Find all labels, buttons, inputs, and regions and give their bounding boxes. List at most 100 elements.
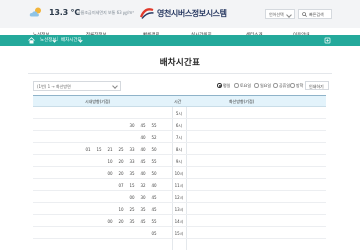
departure-minute: 50 (151, 147, 157, 152)
departure-minute: 20 (118, 159, 124, 164)
table-row: 05 15시 (33, 227, 326, 239)
departure-minute: 21 (107, 147, 113, 152)
print-button[interactable]: 인쇄하기 (305, 81, 329, 90)
radio-dot (217, 83, 222, 88)
table-row: 01 15 21 25 33 40 50 8시 (33, 143, 326, 155)
departure-minute: 45 (140, 123, 146, 128)
radio-dot (234, 83, 239, 88)
radio-vacation[interactable]: 방학 (290, 83, 303, 89)
departure-minute: 55 (151, 219, 157, 224)
radio-dot (254, 83, 259, 88)
sky-status: 구름조금 (77, 10, 92, 15)
header-city-direction: 시내방향(기점) (85, 99, 111, 104)
departure-minute: 40 (140, 171, 146, 176)
departure-minute: 40 (140, 147, 146, 152)
title-divider (28, 73, 332, 74)
radio-dot (273, 83, 278, 88)
departure-minute: 30 (140, 195, 146, 200)
header-hour: 시간 (174, 99, 182, 104)
language-select[interactable]: 언어선택 (265, 9, 295, 19)
departure-minute: 33 (129, 159, 135, 164)
quick-search-button[interactable]: 빠른검색 (298, 9, 332, 19)
departure-minute: 20 (118, 219, 124, 224)
page-title: 배차시간표 (159, 58, 201, 68)
departure-minute: 25 (129, 207, 135, 212)
hour-cell: 10시 (174, 171, 184, 176)
departure-minute: 10 (107, 159, 113, 164)
departure-minute: 25 (118, 147, 124, 152)
radio-label: 평일 (223, 83, 231, 88)
departure-minute: 00 (129, 195, 135, 200)
hour-cell: 8시 (175, 147, 183, 152)
share-icon[interactable] (324, 37, 331, 44)
departure-minute: 50 (151, 171, 157, 176)
timetable-header: 시내방향(기점) 시간 화산방향(기점) (33, 95, 326, 107)
departure-minute: 20 (118, 171, 124, 176)
search-icon (302, 12, 307, 17)
route-select[interactable]: (1번) 1 → 화산방면 (33, 81, 121, 91)
home-icon[interactable] (28, 37, 35, 44)
breadcrumb-separator: | (57, 37, 59, 42)
departure-minute: 32 (140, 183, 146, 188)
table-row: 00 30 45 12시 (33, 191, 326, 203)
departure-minute: 15 (96, 147, 102, 152)
radio-dot (290, 83, 295, 88)
fine-dust-status: 미세먼지 보통 63 ㎍/m³ (92, 10, 134, 15)
radio-label: 공휴일 (279, 83, 291, 88)
departure-minute: 05 (151, 231, 157, 236)
top-bar: 13.3 °C 구름조금 미세먼지 보통 63 ㎍/m³ 영천시버스정보시스템 … (0, 0, 360, 28)
temperature: 13.3 °C (49, 8, 80, 17)
logo-mark-icon (139, 8, 154, 19)
departure-minute: 10 (118, 207, 124, 212)
table-row: 00 20 35 45 55 14시 (33, 215, 326, 227)
departure-minute: 30 (129, 123, 135, 128)
hour-cell: 6시 (175, 123, 183, 128)
table-row: 30 45 55 6시 (33, 119, 326, 131)
hour-cell: 15시 (174, 231, 184, 236)
departure-minute: 40 (140, 135, 146, 140)
departure-minute: 15 (129, 183, 135, 188)
departure-minute: 01 (85, 147, 91, 152)
quick-search-label: 빠른검색 (309, 12, 324, 17)
radio-sunday[interactable]: 일요일 (254, 83, 271, 89)
table-row: 40 52 7시 (33, 131, 326, 143)
header-hwasan-direction: 화산방향(기점) (229, 99, 255, 104)
departure-minute: 45 (140, 159, 146, 164)
table-row: 00 20 35 40 50 10시 (33, 167, 326, 179)
table-row: 10 25 35 45 13시 (33, 203, 326, 215)
radio-saturday[interactable]: 토요일 (234, 83, 251, 89)
table-row: 5시 (33, 107, 326, 119)
site-logo[interactable]: 영천시버스정보시스템 (139, 6, 237, 20)
logo-text: 영천시버스정보시스템 (157, 9, 227, 18)
departure-minute: 07 (118, 183, 124, 188)
radio-label: 일요일 (260, 83, 272, 88)
departure-minute: 55 (151, 159, 157, 164)
hour-cell: 14시 (174, 219, 184, 224)
hour-cell: 9시 (175, 159, 183, 164)
departure-minute: 00 (107, 219, 113, 224)
hour-cell: 12시 (174, 195, 184, 200)
breadcrumb: 노선정보 | 배차시간표 (0, 35, 360, 46)
departure-minute: 40 (151, 183, 157, 188)
departure-minute: 33 (129, 147, 135, 152)
hour-cell: 11시 (174, 183, 184, 188)
departure-minute: 52 (151, 135, 157, 140)
hour-cell: 7시 (175, 135, 183, 140)
departure-minute: 45 (151, 195, 157, 200)
hour-cell: 13시 (174, 207, 184, 212)
departure-minute: 55 (151, 123, 157, 128)
departure-minute: 35 (129, 219, 135, 224)
departure-minute: 45 (151, 207, 157, 212)
radio-holiday[interactable]: 공휴일 (273, 83, 290, 89)
radio-label: 토요일 (240, 83, 252, 88)
radio-weekday[interactable]: 평일 (217, 83, 230, 89)
departure-minute: 45 (140, 219, 146, 224)
hour-cell: 5시 (175, 111, 183, 116)
timetable: 시내방향(기점) 시간 화산방향(기점) 5시 30 45 55 6시 40 52 7시 01 1… (33, 95, 326, 250)
departure-minute: 35 (140, 207, 146, 212)
table-row: 10 20 33 45 55 9시 (33, 155, 326, 167)
table-row: 07 15 32 40 11시 (33, 179, 326, 191)
weather-icon (29, 7, 41, 17)
radio-label: 방학 (296, 83, 304, 88)
departure-minute: 00 (107, 171, 113, 176)
